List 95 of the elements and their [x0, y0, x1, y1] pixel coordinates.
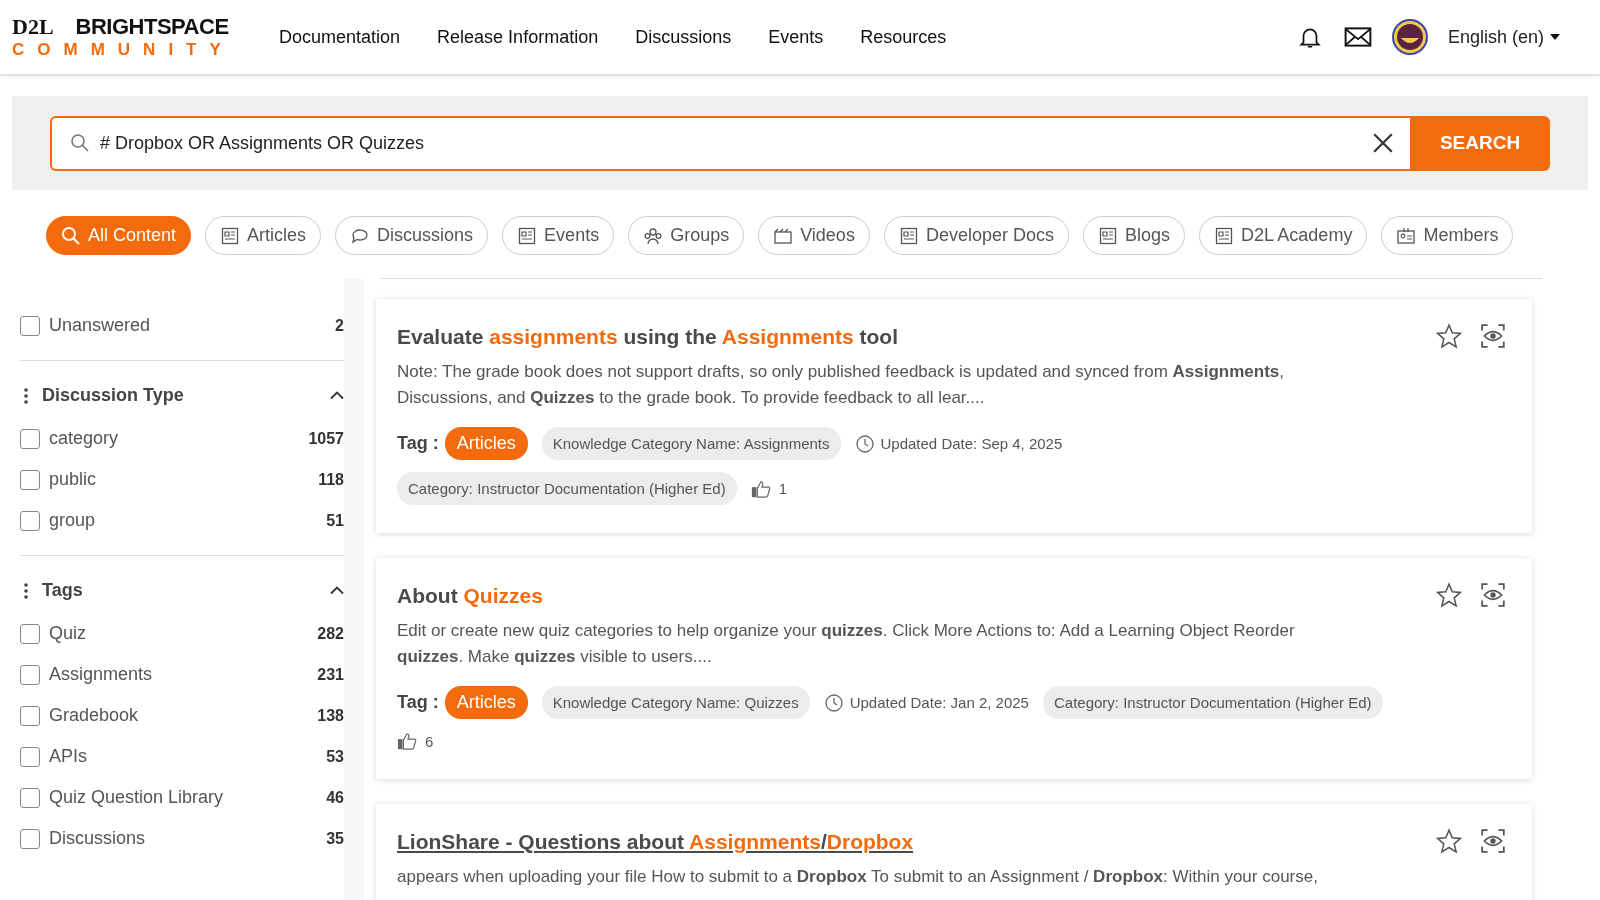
search-icon: [61, 225, 81, 246]
eye-icon[interactable]: [1480, 323, 1506, 349]
clock-icon: [854, 433, 875, 454]
category-chip: Category: Instructor Documentation (Higher Ed): [397, 472, 737, 505]
result-snippet: appears when uploading your file How to submit to a Dropbox To submit to an Assignment / Dropbox: Within your course,: [397, 866, 1319, 888]
filter-tab[interactable]: Blogs: [1082, 216, 1185, 255]
option-count: 138: [317, 706, 344, 725]
option-count: 231: [317, 665, 344, 684]
option-count: 1057: [308, 429, 344, 448]
option-count: 282: [317, 624, 344, 643]
result-title: Evaluate assignments using the Assignments tool: [397, 324, 900, 349]
document-icon: [220, 225, 241, 246]
kebab-icon[interactable]: [24, 581, 28, 600]
document-icon: [517, 225, 538, 246]
star-icon[interactable]: [1436, 582, 1462, 608]
like-count: 1: [778, 480, 787, 497]
chevron-icon[interactable]: [330, 586, 344, 595]
filter-option-label: Quiz Question Library: [49, 787, 225, 808]
kebab-icon[interactable]: [24, 386, 28, 405]
filter-tab[interactable]: Developer Docs: [883, 216, 1069, 255]
nav-link[interactable]: Discussions: [635, 26, 732, 48]
thumbs-up-icon[interactable]: [397, 731, 417, 751]
option-count: 51: [326, 511, 344, 530]
checkbox[interactable]: [20, 315, 40, 336]
filter-option-label: public: [49, 469, 98, 490]
result-title[interactable]: LionShare - Questions about Assignments/Dropbox: [397, 828, 1436, 854]
checkbox[interactable]: [20, 510, 40, 531]
chevron-icon[interactable]: [330, 391, 344, 400]
filter-option-label: Gradebook: [49, 705, 140, 726]
option-count: 46: [326, 788, 344, 807]
mail-icon[interactable]: [1343, 24, 1372, 50]
checkbox[interactable]: [20, 623, 40, 644]
nav-link[interactable]: Resources: [860, 26, 947, 48]
filter-tab[interactable]: Videos: [758, 216, 870, 255]
avatar-icon[interactable]: [1391, 19, 1428, 55]
filter-tab[interactable]: Discussions: [335, 216, 489, 255]
result-title: About Quizzes: [397, 583, 544, 608]
filter-tab[interactable]: Groups: [628, 216, 745, 255]
language-dropdown[interactable]: English (en): [1447, 26, 1560, 48]
filter-option-label: APIs: [49, 746, 88, 767]
nav-link[interactable]: Events: [768, 26, 824, 48]
result-snippet: Note: The grade book does not support drafts, so only published feedback is updated and synced from Assignments, Discussions, and Quizzes to the grade book. To provide feedback to all lear....: [397, 361, 1286, 409]
checkbox[interactable]: [20, 705, 40, 726]
checkbox[interactable]: [20, 664, 40, 685]
filter-option-label: group: [49, 510, 97, 531]
caret-icon: [1550, 34, 1560, 40]
eye-icon[interactable]: [1480, 582, 1506, 608]
eye-icon[interactable]: [1480, 828, 1506, 854]
logo-brand: D2L: [12, 14, 54, 40]
filter-option-label: category: [49, 428, 120, 449]
option-count: 118: [318, 470, 344, 489]
checkbox[interactable]: [20, 746, 40, 767]
star-icon[interactable]: [1436, 828, 1462, 854]
tag-label: Tag :: [397, 433, 439, 454]
updated-date: Updated Date: Sep 4, 2025: [880, 435, 1063, 452]
document-icon: [1214, 225, 1234, 246]
nav-link[interactable]: Release Information: [437, 26, 599, 48]
checkbox[interactable]: [20, 428, 40, 449]
filter-option-label: Discussions: [49, 828, 147, 849]
filter-option-label: Assignments: [49, 664, 154, 685]
search-icon: [70, 133, 90, 153]
people-icon: [643, 225, 664, 246]
logo-subtitle: COMMUNITY: [12, 40, 222, 60]
category-chip: Category: Instructor Documentation (Higher Ed): [1042, 686, 1383, 719]
search-field[interactable]: # Dropbox OR Assignments OR Quizzes: [50, 115, 1410, 171]
tag-label: Tag :: [397, 692, 439, 713]
filter-option-label: Unanswered: [49, 315, 152, 336]
checkbox[interactable]: [20, 469, 40, 490]
result-snippet: Edit or create new quiz categories to help organize your quizzes. Click More Actions to: Add a Learning Object Reorder quizzes. Make quizzes visible to users....: [397, 620, 1296, 668]
section-title: Discussion Type: [42, 385, 185, 406]
search-query: # Dropbox OR Assignments OR Quizzes: [100, 132, 425, 154]
document-icon: [1097, 225, 1118, 246]
filter-tab[interactable]: Articles: [205, 216, 322, 255]
logo-product: BRIGHTSPACE: [75, 14, 229, 40]
section-title: Tags: [42, 580, 84, 601]
star-icon[interactable]: [1436, 323, 1462, 349]
filter-tab[interactable]: D2L Academy: [1199, 216, 1368, 255]
option-count: 53: [326, 747, 344, 766]
thumbs-up-icon[interactable]: [750, 478, 771, 499]
category-chip: Knowledge Category Name: Quizzes: [541, 686, 810, 719]
category-chip: Knowledge Category Name: Assignments: [541, 427, 841, 460]
clock-icon: [823, 692, 844, 713]
updated-date: Updated Date: Jan 2, 2025: [849, 694, 1029, 711]
nav-link[interactable]: Documentation: [279, 26, 401, 48]
filter-tab[interactable]: Events: [502, 216, 615, 255]
option-count: 35: [326, 829, 344, 848]
close-icon[interactable]: [1372, 132, 1394, 154]
filter-option-label: Quiz: [49, 623, 87, 644]
id-card-icon: [1396, 225, 1417, 246]
filter-tab[interactable]: Members: [1381, 216, 1514, 255]
checkbox[interactable]: [20, 787, 40, 808]
checkbox[interactable]: [20, 828, 40, 849]
document-icon: [898, 225, 919, 246]
like-count: 6: [425, 732, 434, 750]
option-count: 2: [335, 316, 344, 335]
